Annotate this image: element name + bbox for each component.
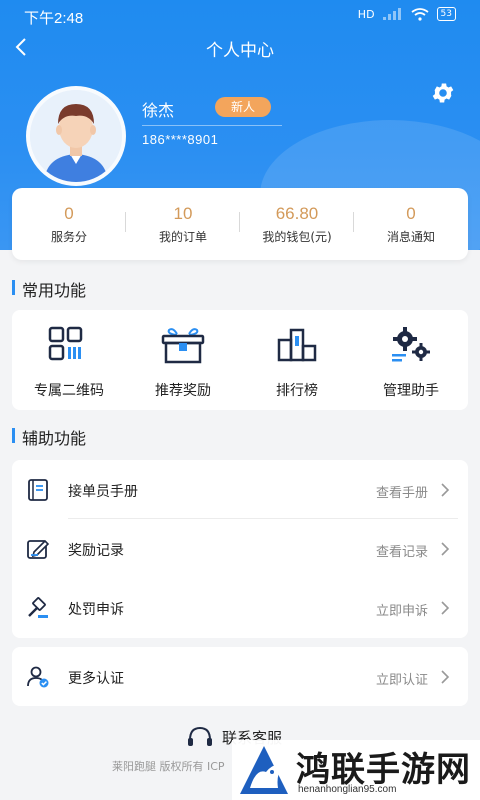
stat-my-wallet[interactable]: 66.80 我的钱包(元) <box>240 188 354 260</box>
network-label: HD <box>357 7 375 21</box>
chevron-right-icon <box>441 542 450 556</box>
status-time: 下午2:48 <box>24 10 84 27</box>
nav-bar: 个人中心 <box>0 30 480 64</box>
level-badge: 新人 <box>215 97 271 117</box>
func-management-assistant[interactable]: 管理助手 <box>354 310 468 410</box>
row-label: 更多认证 <box>68 671 124 687</box>
row-label: 处罚申诉 <box>68 602 124 618</box>
status-bar: 下午2:48 HD 53 <box>0 0 480 30</box>
stats-card: 0 服务分 10 我的订单 66.80 我的钱包(元) 0 消息通知 <box>12 188 468 260</box>
name-underline <box>142 125 282 126</box>
battery-icon: 53 <box>436 7 456 21</box>
row-label: 奖励记录 <box>68 543 124 559</box>
gear-icon <box>432 83 454 103</box>
common-functions-card: 专属二维码 推荐奖励 排行榜 管理助手 <box>12 310 468 410</box>
watermark: 鸿联手游网 henanhonglian95.com <box>232 740 480 800</box>
user-avatar-icon <box>30 90 122 182</box>
func-label: 推荐奖励 <box>155 383 211 399</box>
ranking-icon <box>277 328 317 362</box>
aux-functions-card: 接单员手册 查看手册 奖励记录 查看记录 处罚申诉 立即申诉 <box>12 460 468 638</box>
settings-button[interactable] <box>430 80 456 106</box>
gears-icon <box>392 327 430 362</box>
chevron-right-icon <box>441 601 450 615</box>
avatar[interactable] <box>26 86 126 186</box>
wifi-icon <box>411 7 429 21</box>
func-leaderboard[interactable]: 排行榜 <box>240 310 354 410</box>
page-title: 个人中心 <box>206 41 274 61</box>
chevron-right-icon <box>441 483 450 497</box>
stat-label: 消息通知 <box>386 230 435 244</box>
signal-icon <box>382 8 401 20</box>
row-action: 立即申诉 <box>375 604 428 619</box>
row-penalty-appeal[interactable]: 处罚申诉 立即申诉 <box>12 578 468 637</box>
status-icons: HD 53 <box>358 7 456 21</box>
section-title-common: 常用功能 <box>12 277 86 301</box>
func-label: 管理助手 <box>383 383 439 399</box>
user-verified-icon <box>27 666 49 688</box>
stat-label: 我的订单 <box>158 230 207 244</box>
row-reward-records[interactable]: 奖励记录 查看记录 <box>12 519 468 578</box>
stat-label: 我的钱包(元) <box>262 230 332 244</box>
func-referral-reward[interactable]: 推荐奖励 <box>126 310 240 410</box>
func-qrcode[interactable]: 专属二维码 <box>12 310 126 410</box>
chevron-right-icon <box>441 670 450 684</box>
row-action: 查看手册 <box>375 486 428 501</box>
gift-icon <box>161 328 205 364</box>
edit-icon <box>27 539 50 559</box>
row-action: 查看记录 <box>375 545 428 560</box>
row-more-verification[interactable]: 更多认证 立即认证 <box>12 647 468 706</box>
handbook-icon <box>28 479 48 501</box>
section-title-aux: 辅助功能 <box>12 425 86 449</box>
row-action: 立即认证 <box>375 673 428 688</box>
watermark-logo-icon <box>240 746 288 794</box>
stat-value: 10 <box>173 204 193 223</box>
qrcode-icon <box>48 326 83 361</box>
stat-value: 0 <box>406 204 416 223</box>
stat-messages[interactable]: 0 消息通知 <box>354 188 468 260</box>
func-label: 排行榜 <box>276 383 318 399</box>
more-verification-card: 更多认证 立即认证 <box>12 647 468 706</box>
stat-my-orders[interactable]: 10 我的订单 <box>126 188 240 260</box>
headset-icon <box>188 726 212 746</box>
stat-label: 服务分 <box>50 230 87 244</box>
copyright-text: 莱阳跑腿 版权所有 ICP <box>112 760 225 773</box>
row-handbook[interactable]: 接单员手册 查看手册 <box>12 460 468 519</box>
user-name: 徐杰 <box>142 101 175 120</box>
watermark-url: henanhonglian95.com <box>298 784 397 795</box>
func-label: 专属二维码 <box>34 383 104 399</box>
stat-value: 66.80 <box>275 204 319 223</box>
gavel-icon <box>28 597 48 618</box>
stat-service-score[interactable]: 0 服务分 <box>12 188 126 260</box>
stat-value: 0 <box>64 204 74 223</box>
row-label: 接单员手册 <box>68 484 138 500</box>
user-phone: 186****8901 <box>142 132 219 147</box>
